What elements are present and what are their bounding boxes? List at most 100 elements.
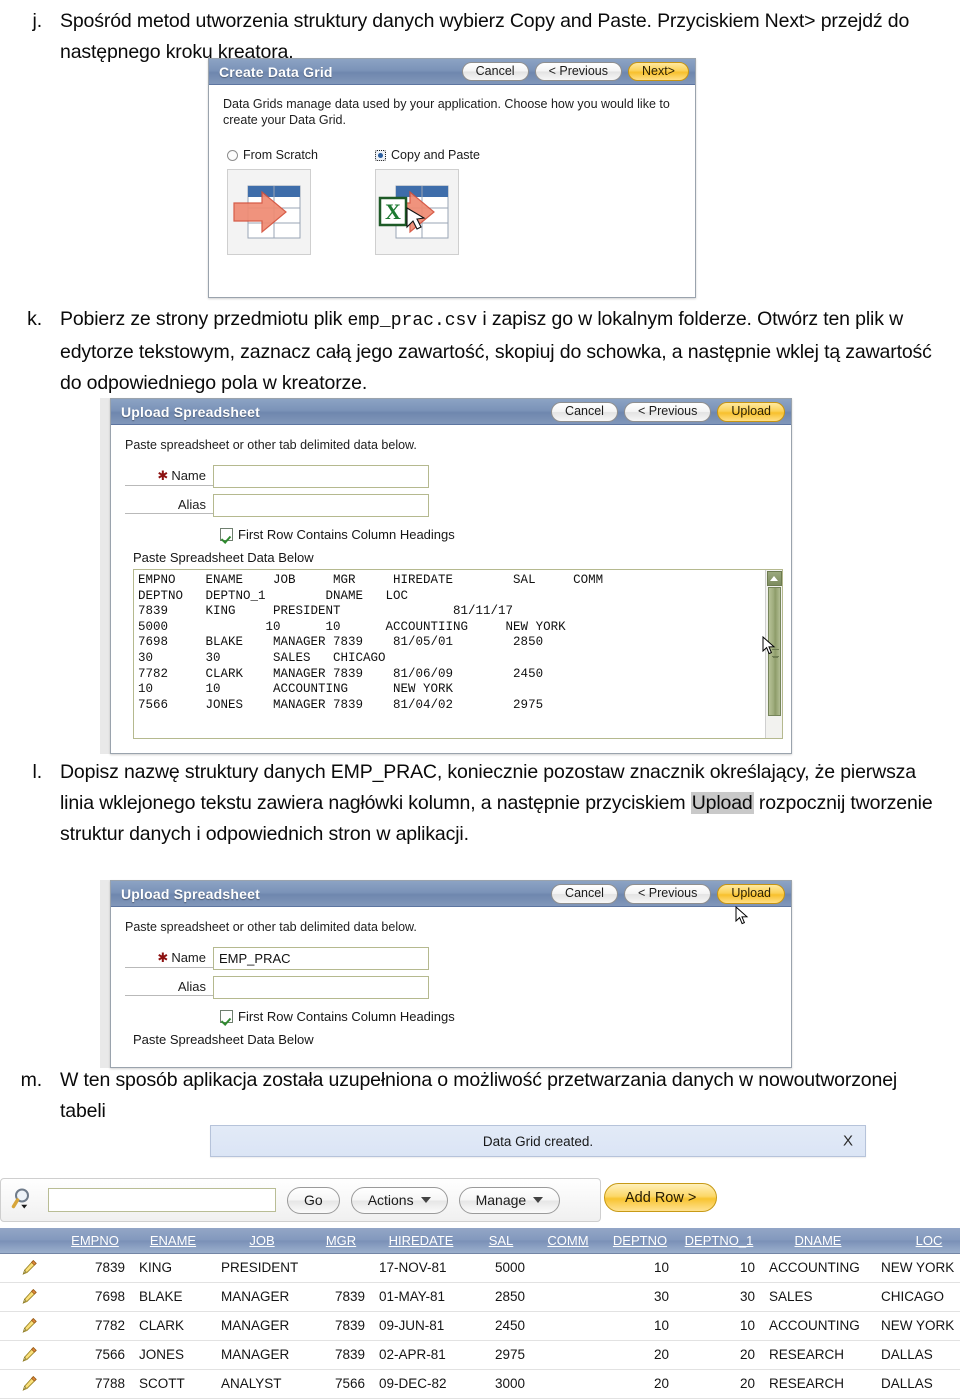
dialog-titlebar: Upload Spreadsheet Cancel < Previous Upl… bbox=[111, 399, 791, 425]
col-header-deptno-1[interactable]: DEPTNO_1 bbox=[676, 1228, 762, 1254]
paste-data-label: Paste Spreadsheet Data Below bbox=[133, 1032, 314, 1047]
col-header-hiredate[interactable]: HIREDATE bbox=[372, 1228, 470, 1254]
next-button[interactable]: Next> bbox=[627, 62, 689, 81]
option-from-scratch[interactable]: From Scratch bbox=[227, 148, 318, 255]
previous-button[interactable]: < Previous bbox=[623, 401, 712, 422]
cell-dname: RESEARCH bbox=[762, 1340, 874, 1370]
paste-data-content: EMPNO ENAME JOB MGR HIREDATE SAL COMM DE… bbox=[138, 573, 604, 712]
dialog-body: Data Grids manage data used by your appl… bbox=[209, 85, 695, 265]
cell-ename: JONES bbox=[132, 1340, 214, 1370]
search-input[interactable] bbox=[48, 1188, 276, 1212]
cell-deptno: 20 bbox=[604, 1369, 676, 1399]
search-icon[interactable] bbox=[11, 1187, 37, 1213]
col-header-sal[interactable]: SAL bbox=[470, 1228, 532, 1254]
option-from-scratch-label: From Scratch bbox=[243, 148, 319, 162]
dialog-titlebar: Upload Spreadsheet Cancel < Previous Upl… bbox=[111, 881, 791, 907]
cell-comm bbox=[532, 1253, 604, 1283]
list-marker-j: j. bbox=[32, 10, 43, 32]
table-arrow-icon[interactable] bbox=[227, 169, 311, 255]
col-header-deptno[interactable]: DEPTNO bbox=[604, 1228, 676, 1254]
table-body: 7839 KING PRESIDENT 17-NOV-81 5000 10 10 ACCOUN… bbox=[0, 1253, 960, 1399]
report-table: EMPNO ENAME JOB MGR HIREDATE SAL COMM DE… bbox=[0, 1228, 960, 1399]
chevron-down-icon bbox=[420, 1197, 431, 1203]
table-row[interactable]: 7788 SCOTT ANALYST 7566 09-DEC-82 3000 20 20 RES… bbox=[0, 1369, 960, 1399]
manage-button-label: Manage bbox=[475, 1192, 527, 1208]
first-row-headings-row[interactable]: First Row Contains Column Headings bbox=[125, 1009, 777, 1024]
alias-input[interactable] bbox=[213, 976, 429, 999]
list-text-k: Pobierz ze strony przedmiotu plik emp_pr… bbox=[60, 304, 955, 399]
option-copy-and-paste-head: Copy and Paste bbox=[375, 148, 480, 162]
close-icon[interactable]: X bbox=[843, 1134, 853, 1149]
name-input[interactable]: EMP_PRAC bbox=[213, 947, 429, 970]
list-marker-l: l. bbox=[32, 761, 43, 783]
edit-row-pencil-icon[interactable] bbox=[0, 1311, 58, 1341]
option-copy-and-paste[interactable]: Copy and Paste X bbox=[375, 148, 480, 255]
edit-row-pencil-icon[interactable] bbox=[0, 1253, 58, 1283]
dialog-title: Upload Spreadsheet bbox=[121, 885, 260, 902]
radio-from-scratch[interactable] bbox=[227, 149, 238, 161]
dialog-body: Paste spreadsheet or other tab delimited… bbox=[111, 907, 791, 1047]
name-field-label: ✱ Name bbox=[125, 468, 213, 486]
radio-copy-and-paste[interactable] bbox=[375, 149, 387, 161]
cell-deptno-1: 20 bbox=[676, 1340, 762, 1370]
cell-comm bbox=[532, 1311, 604, 1341]
edit-row-pencil-icon[interactable] bbox=[0, 1282, 58, 1312]
go-button[interactable]: Go bbox=[287, 1186, 340, 1214]
upload-button[interactable]: Upload bbox=[717, 883, 785, 904]
dialog-button-bar: Cancel < Previous Next> bbox=[461, 62, 689, 81]
creation-method-options: From Scratch Copy and Paste X bbox=[223, 148, 681, 255]
cell-comm bbox=[532, 1282, 604, 1312]
col-header-loc[interactable]: LOC bbox=[874, 1228, 960, 1254]
cancel-button[interactable]: Cancel bbox=[551, 401, 618, 422]
table-row[interactable]: 7698 BLAKE MANAGER 7839 01-MAY-81 2850 30 30 SAL… bbox=[0, 1282, 960, 1312]
first-row-headings-checkbox[interactable] bbox=[220, 1010, 233, 1023]
previous-button[interactable]: < Previous bbox=[534, 62, 622, 81]
create-data-grid-dialog: Create Data Grid Cancel < Previous Next>… bbox=[208, 58, 696, 298]
table-row[interactable]: 7782 CLARK MANAGER 7839 09-JUN-81 2450 10 10 ACC… bbox=[0, 1311, 960, 1341]
cancel-button[interactable]: Cancel bbox=[551, 883, 618, 904]
cell-dname: RESEARCH bbox=[762, 1369, 874, 1399]
mouse-cursor-icon bbox=[762, 636, 776, 655]
first-row-headings-checkbox[interactable] bbox=[220, 528, 233, 541]
cell-ename: CLARK bbox=[132, 1311, 214, 1341]
col-header-comm[interactable]: COMM bbox=[532, 1228, 604, 1254]
edit-row-pencil-icon[interactable] bbox=[0, 1340, 58, 1370]
excel-table-arrow-icon[interactable]: X bbox=[375, 169, 460, 255]
col-header-empno[interactable]: EMPNO bbox=[58, 1228, 132, 1254]
dialog-button-bar: Cancel < Previous Upload bbox=[551, 401, 785, 422]
previous-button[interactable]: < Previous bbox=[623, 883, 712, 904]
table-row[interactable]: 7566 JONES MANAGER 7839 02-APR-81 2975 20 20 RES… bbox=[0, 1340, 960, 1370]
first-row-headings-row[interactable]: First Row Contains Column Headings bbox=[125, 527, 777, 542]
list-item-m: m. W ten sposób aplikacja została uzupeł… bbox=[0, 1065, 950, 1127]
paste-instruction: Paste spreadsheet or other tab delimited… bbox=[125, 438, 417, 452]
scroll-up-icon[interactable] bbox=[766, 571, 782, 586]
upload-button[interactable]: Upload bbox=[717, 401, 785, 422]
cell-ename: KING bbox=[132, 1253, 214, 1283]
cell-deptno-1: 20 bbox=[676, 1369, 762, 1399]
first-row-headings-label: First Row Contains Column Headings bbox=[238, 527, 455, 542]
cell-empno: 7839 bbox=[58, 1253, 132, 1283]
manage-button[interactable]: Manage bbox=[458, 1186, 561, 1214]
paste-data-textarea[interactable]: EMPNO ENAME JOB MGR HIREDATE SAL COMM DE… bbox=[133, 569, 783, 739]
col-header-dname[interactable]: DNAME bbox=[762, 1228, 874, 1254]
cell-job: MANAGER bbox=[214, 1282, 310, 1312]
option-copy-and-paste-label: Copy and Paste bbox=[391, 148, 480, 162]
edit-row-pencil-icon[interactable] bbox=[0, 1369, 58, 1399]
cell-dname: ACCOUNTING bbox=[762, 1253, 874, 1283]
add-row-button[interactable]: Add Row > bbox=[604, 1183, 718, 1212]
table-row[interactable]: 7839 KING PRESIDENT 17-NOV-81 5000 10 10 ACCOUN… bbox=[0, 1253, 960, 1283]
name-input[interactable] bbox=[213, 465, 429, 488]
cancel-button[interactable]: Cancel bbox=[461, 62, 529, 81]
col-header-ename[interactable]: ENAME bbox=[132, 1228, 214, 1254]
actions-button[interactable]: Actions bbox=[350, 1186, 448, 1214]
cell-deptno: 20 bbox=[604, 1340, 676, 1370]
actions-button-label: Actions bbox=[367, 1192, 414, 1208]
col-header-mgr[interactable]: MGR bbox=[310, 1228, 372, 1254]
alias-input[interactable] bbox=[213, 494, 429, 517]
first-row-headings-label: First Row Contains Column Headings bbox=[238, 1009, 455, 1024]
col-header-job[interactable]: JOB bbox=[214, 1228, 310, 1254]
mouse-cursor-icon bbox=[735, 906, 749, 925]
cell-deptno: 30 bbox=[604, 1282, 676, 1312]
upload-spreadsheet-dialog-filled: Upload Spreadsheet Cancel < Previous Upl… bbox=[110, 880, 792, 1068]
cell-loc: CHICAGO bbox=[874, 1282, 960, 1312]
